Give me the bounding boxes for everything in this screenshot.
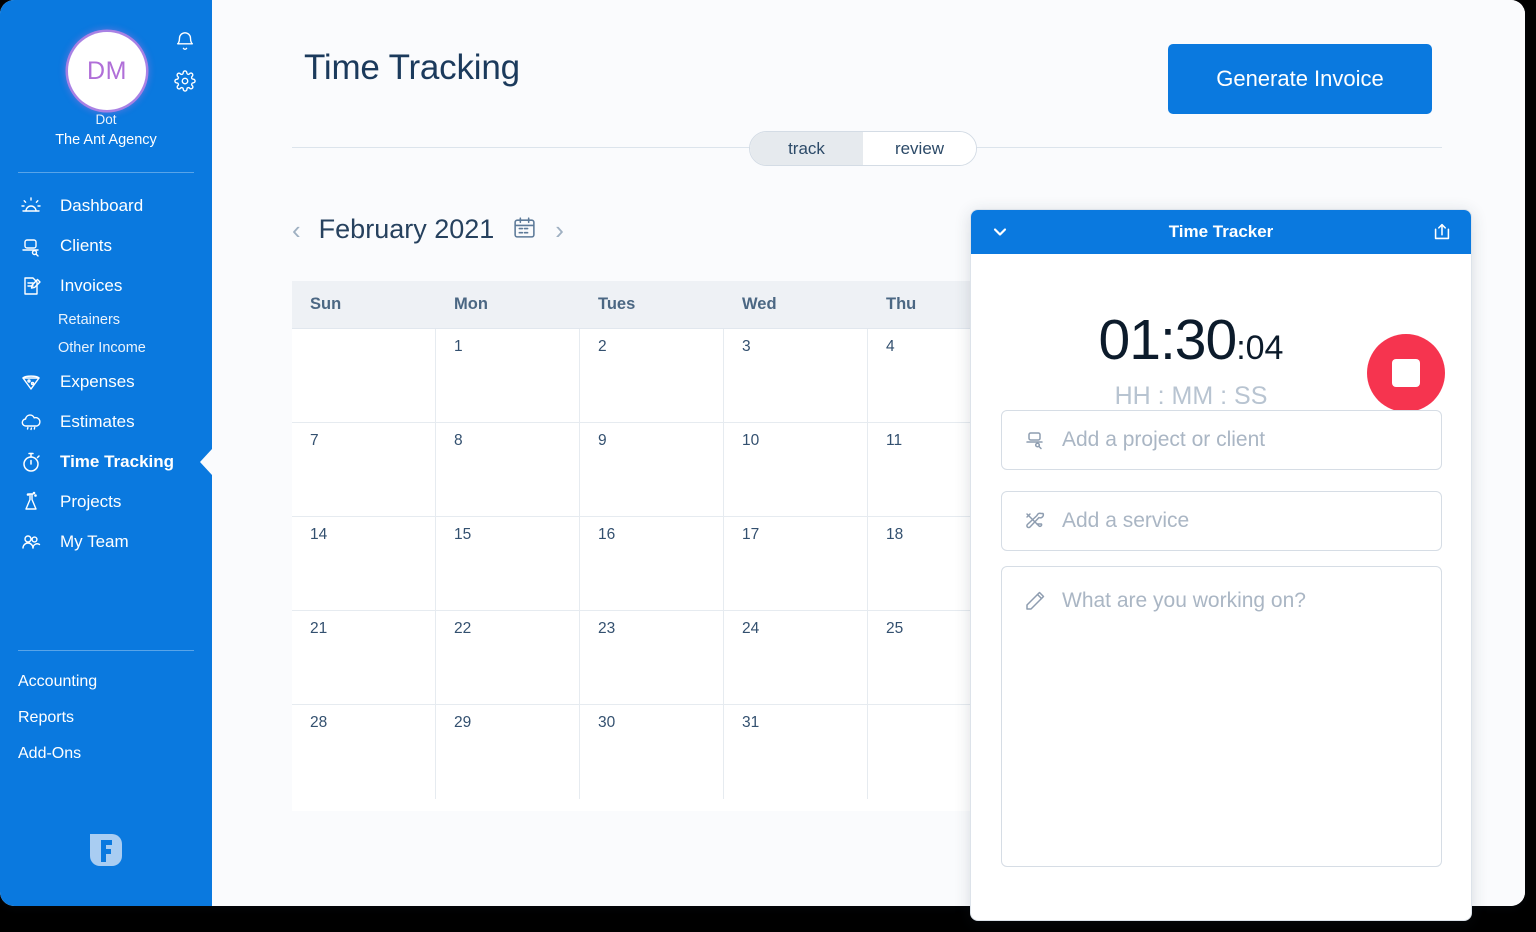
sidebar-item-label: Projects xyxy=(60,492,122,511)
calendar-day-cell[interactable]: 15 xyxy=(436,517,580,610)
sidebar-nav-main: Dashboard Clients Invoices Retainers Oth… xyxy=(0,186,212,562)
sidebar-item-label: Clients xyxy=(60,236,112,255)
calendar-day-cell[interactable]: 28 xyxy=(292,705,436,799)
calendar-day-cell[interactable]: 21 xyxy=(292,611,436,704)
notes-textarea[interactable]: What are you working on? xyxy=(1001,566,1442,867)
invoices-icon xyxy=(18,273,44,299)
calendar-day-cell[interactable]: 8 xyxy=(436,423,580,516)
calendar-day-header: Wed xyxy=(742,295,777,313)
generate-invoice-button[interactable]: Generate Invoice xyxy=(1168,44,1432,114)
clients-icon xyxy=(18,233,44,259)
calendar-day-cell[interactable]: 31 xyxy=(724,705,868,799)
sidebar-item-time-tracking[interactable]: Time Tracking xyxy=(0,442,212,482)
stop-timer-button[interactable] xyxy=(1367,334,1445,412)
project-or-client-placeholder: Add a project or client xyxy=(1062,428,1266,451)
time-tracker-panel: Time Tracker 01:30:04 HH : MM : SS Add a… xyxy=(970,209,1472,921)
sidebar-item-label: Time Tracking xyxy=(60,452,175,471)
calendar-day-cell[interactable]: 14 xyxy=(292,517,436,610)
popout-icon[interactable] xyxy=(1431,221,1453,248)
calendar-day-cell[interactable]: 22 xyxy=(436,611,580,704)
gear-icon[interactable] xyxy=(174,70,196,92)
service-input[interactable]: Add a service xyxy=(1001,491,1442,551)
calendar-day-cell[interactable]: 30 xyxy=(580,705,724,799)
calendar-day-cell[interactable]: 16 xyxy=(580,517,724,610)
sidebar-item-accounting[interactable]: Accounting xyxy=(0,664,212,700)
prev-month-button[interactable]: ‹ xyxy=(292,217,301,243)
avatar-initials: DM xyxy=(87,56,127,85)
calendar-day-cell[interactable]: 7 xyxy=(292,423,436,516)
sidebar-item-reports[interactable]: Reports xyxy=(0,700,212,736)
chevron-down-icon[interactable] xyxy=(989,222,1011,247)
client-icon xyxy=(1022,428,1048,452)
freshbooks-logo xyxy=(86,828,126,872)
tab-track[interactable]: track xyxy=(750,132,863,165)
sidebar-nav-secondary: Accounting Reports Add-Ons xyxy=(0,664,212,772)
calendar-day-cell[interactable]: 2 xyxy=(580,329,724,422)
sidebar-item-label: Invoices xyxy=(60,276,123,295)
calendar-day-cell[interactable]: 17 xyxy=(724,517,868,610)
sidebar-subitem-other-income[interactable]: Other Income xyxy=(0,334,212,362)
calendar-day-cell[interactable]: 10 xyxy=(724,423,868,516)
sidebar-divider-bottom xyxy=(18,650,194,651)
sidebar-item-add-ons[interactable]: Add-Ons xyxy=(0,736,212,772)
sidebar-divider-top xyxy=(18,172,194,173)
timer-hhmm: 01:30 xyxy=(1098,308,1238,372)
service-placeholder: Add a service xyxy=(1062,509,1190,532)
sidebar-item-label: My Team xyxy=(60,532,129,551)
next-month-button[interactable]: › xyxy=(555,217,564,243)
pencil-icon xyxy=(1022,589,1048,613)
sidebar-item-invoices[interactable]: Invoices xyxy=(0,266,212,306)
sidebar-subitem-retainers[interactable]: Retainers xyxy=(0,306,212,334)
timer-seconds: :04 xyxy=(1236,329,1284,367)
stop-square-icon xyxy=(1392,359,1420,387)
sidebar-top-icons xyxy=(174,30,196,92)
avatar[interactable]: DM xyxy=(68,32,146,110)
time-tracking-icon xyxy=(18,449,44,475)
sidebar-item-estimates[interactable]: Estimates xyxy=(0,402,212,442)
tab-review[interactable]: review xyxy=(863,132,976,165)
dashboard-icon xyxy=(18,193,44,219)
calendar-month-label: February 2021 xyxy=(318,214,495,244)
calendar-icon[interactable] xyxy=(512,215,537,245)
sidebar-item-dashboard[interactable]: Dashboard xyxy=(0,186,212,226)
sidebar-item-label: Expenses xyxy=(60,372,135,391)
time-tracker-title: Time Tracker xyxy=(1168,222,1274,241)
sidebar-item-label: Dashboard xyxy=(60,196,144,215)
calendar-day-header: Tues xyxy=(598,295,636,313)
timer-value: 01:30:04 xyxy=(971,312,1411,369)
calendar-navigation: ‹ February 2021 › xyxy=(292,214,564,245)
page-title: Time Tracking xyxy=(304,48,520,87)
sidebar-item-label: Estimates xyxy=(60,412,135,431)
sidebar-item-expenses[interactable]: Expenses xyxy=(0,362,212,402)
timer-units-label: HH : MM : SS xyxy=(1114,382,1268,410)
timer-display-row: 01:30:04 HH : MM : SS xyxy=(971,254,1471,412)
projects-icon xyxy=(18,489,44,515)
calendar-day-cell xyxy=(292,329,436,422)
project-or-client-input[interactable]: Add a project or client xyxy=(1001,410,1442,470)
calendar-day-header: Sun xyxy=(310,295,342,313)
calendar-day-cell[interactable]: 29 xyxy=(436,705,580,799)
sidebar-item-my-team[interactable]: My Team xyxy=(0,522,212,562)
sidebar-item-clients[interactable]: Clients xyxy=(0,226,212,266)
calendar-day-cell[interactable]: 3 xyxy=(724,329,868,422)
active-indicator-notch xyxy=(200,449,212,475)
calendar-day-cell[interactable]: 23 xyxy=(580,611,724,704)
profile-name: Dot xyxy=(95,112,117,127)
estimates-icon xyxy=(18,409,44,435)
bell-icon[interactable] xyxy=(174,30,196,52)
calendar-day-cell[interactable]: 24 xyxy=(724,611,868,704)
calendar-day-header: Mon xyxy=(454,295,488,313)
sidebar-item-projects[interactable]: Projects xyxy=(0,482,212,522)
notes-placeholder: What are you working on? xyxy=(1062,589,1306,612)
profile-company: The Ant Agency xyxy=(55,132,157,148)
sidebar: DM Dot The Ant Agency Dashboard Clients … xyxy=(0,0,212,906)
calendar-day-cell[interactable]: 9 xyxy=(580,423,724,516)
service-tools-icon xyxy=(1022,509,1048,533)
time-tracker-header: Time Tracker xyxy=(971,210,1471,254)
my-team-icon xyxy=(18,529,44,555)
track-review-toggle: track review xyxy=(749,131,977,166)
expenses-icon xyxy=(18,369,44,395)
calendar-day-cell[interactable]: 1 xyxy=(436,329,580,422)
